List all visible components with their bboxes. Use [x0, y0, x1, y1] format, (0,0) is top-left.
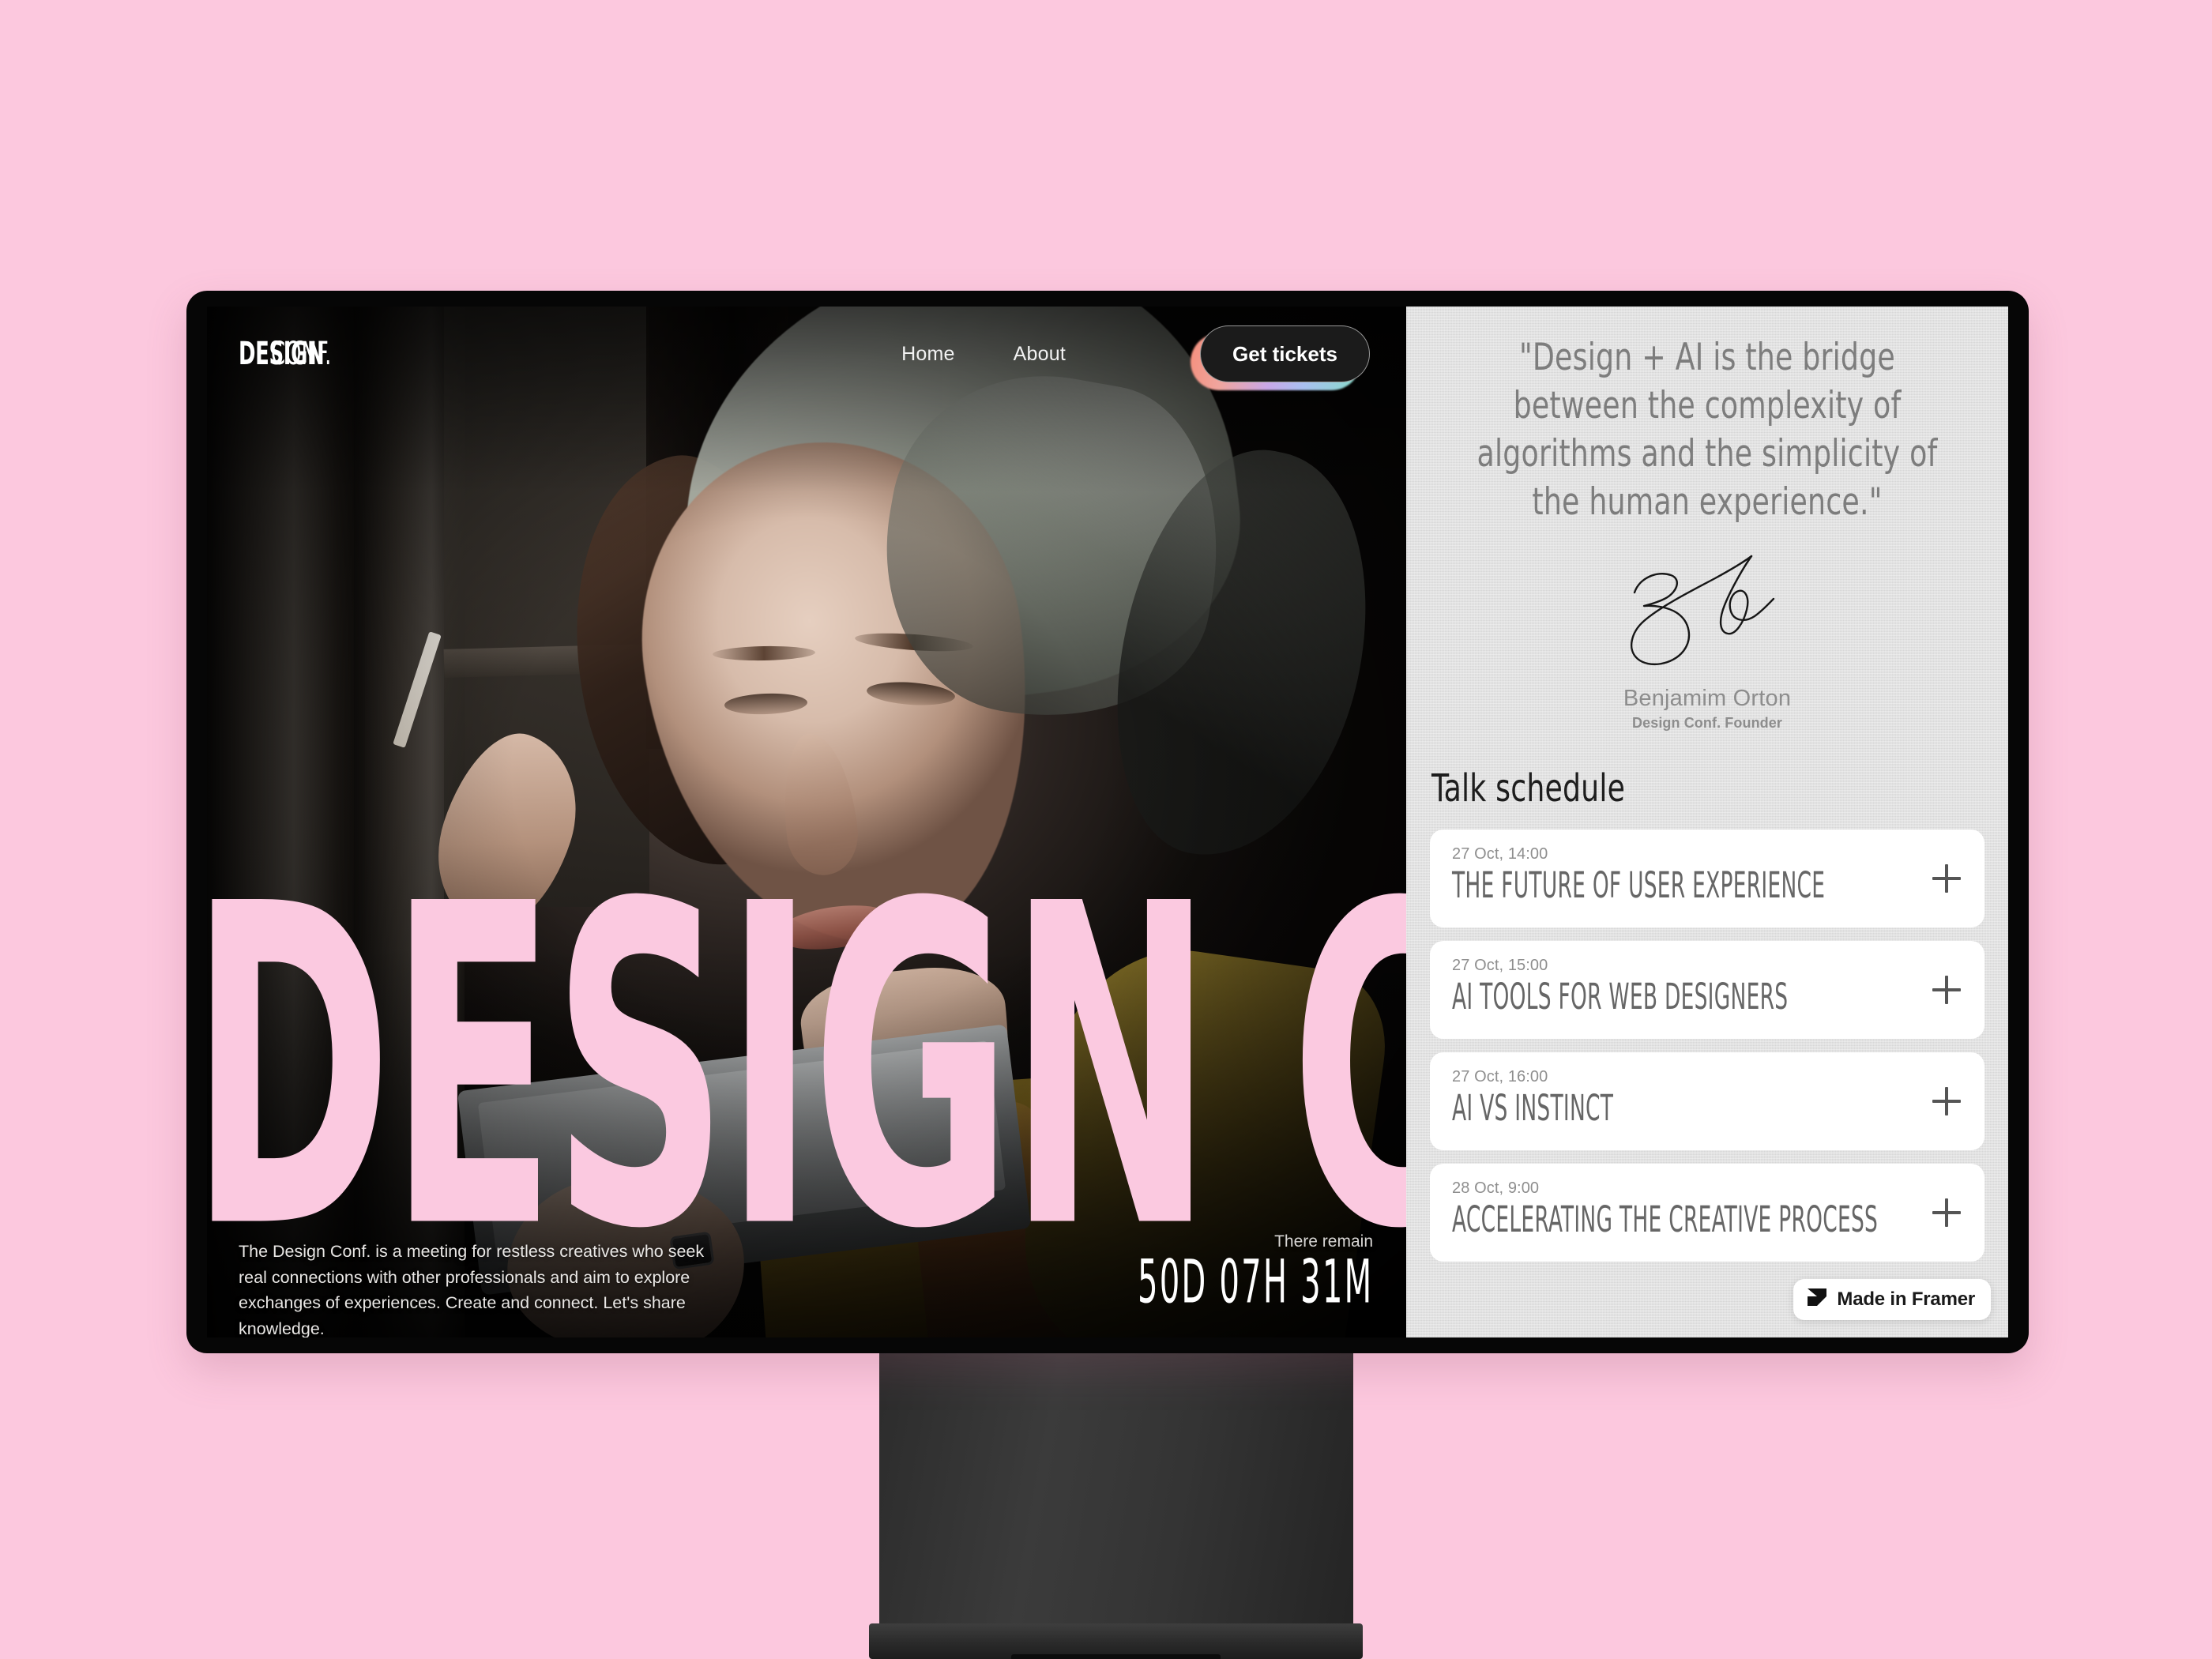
- hero-description: The Design Conf. is a meeting for restle…: [239, 1242, 705, 1337]
- framer-badge-label: Made in Framer: [1837, 1288, 1975, 1310]
- countdown-value: 50D 07H 31M: [1137, 1246, 1373, 1317]
- founder-name: Benjamim Orton: [1623, 686, 1792, 712]
- plus-icon[interactable]: [1932, 1087, 1961, 1116]
- talk-date: 27 Oct, 15:00: [1452, 957, 1548, 975]
- monitor-stand-neck: [879, 1343, 1353, 1659]
- talk-card[interactable]: 27 Oct, 16:00 AI VS INSTINCT: [1430, 1052, 1984, 1151]
- monitor-stand-slot: [1011, 1654, 1221, 1659]
- talk-date: 27 Oct, 16:00: [1452, 1068, 1548, 1086]
- monitor-bezel: DESIGN CONF. Home About Get tickets DESI…: [186, 291, 2029, 1353]
- countdown-block: There remain 50D 07H 31M: [1046, 1232, 1373, 1311]
- talk-card[interactable]: 28 Oct, 9:00 ACCELERATING THE CREATIVE P…: [1430, 1164, 1984, 1262]
- plus-icon[interactable]: [1932, 1198, 1961, 1228]
- plus-icon[interactable]: [1932, 864, 1961, 893]
- main-navigation: Home About Get tickets: [901, 325, 1370, 390]
- founder-role: Design Conf. Founder: [1632, 715, 1782, 732]
- talk-card[interactable]: 27 Oct, 14:00 THE FUTURE OF USER EXPERIE…: [1430, 830, 1984, 928]
- get-tickets-wrapper: Get tickets: [1191, 325, 1370, 390]
- talk-title: AI VS INSTINCT: [1452, 1087, 1614, 1130]
- plus-icon[interactable]: [1932, 976, 1961, 1005]
- framer-logo-icon: [1808, 1288, 1827, 1306]
- handwritten-signature-icon: [1630, 555, 1775, 666]
- get-tickets-button[interactable]: Get tickets: [1200, 325, 1370, 382]
- talk-title: AI TOOLS FOR WEB DESIGNERS: [1452, 976, 1789, 1018]
- site-header: DESIGN CONF. Home About Get tickets: [207, 307, 1406, 401]
- side-panel: "Design + AI is the bridge between the c…: [1406, 307, 2008, 1337]
- talk-date: 28 Oct, 9:00: [1452, 1179, 1540, 1198]
- schedule-list: 27 Oct, 14:00 THE FUTURE OF USER EXPERIE…: [1430, 830, 1984, 1293]
- monitor-stage: DESIGN CONF. Home About Get tickets DESI…: [0, 0, 2212, 1659]
- made-in-framer-badge[interactable]: Made in Framer: [1793, 1279, 1991, 1320]
- panel-content: "Design + AI is the bridge between the c…: [1406, 307, 2008, 1293]
- signature-block: Benjamim Orton Design Conf. Founder: [1430, 544, 1984, 732]
- schedule-title: Talk schedule: [1431, 766, 1626, 811]
- talk-title: ACCELERATING THE CREATIVE PROCESS: [1452, 1198, 1879, 1241]
- hero-section: DESIGN CONF. Home About Get tickets DESI…: [207, 307, 1406, 1337]
- nav-item-about[interactable]: About: [1014, 343, 1066, 366]
- brand-logo-light: CONF.: [271, 336, 332, 372]
- talk-title: THE FUTURE OF USER EXPERIENCE: [1452, 864, 1826, 907]
- brand-logo[interactable]: DESIGN CONF.: [239, 338, 356, 370]
- founder-quote: "Design + AI is the bridge between the c…: [1477, 336, 1938, 525]
- talk-date: 27 Oct, 14:00: [1452, 845, 1548, 863]
- talk-card[interactable]: 27 Oct, 15:00 AI TOOLS FOR WEB DESIGNERS: [1430, 941, 1984, 1040]
- nav-item-home[interactable]: Home: [901, 343, 955, 366]
- hero-headline: DESIGN CONF: [207, 812, 1406, 1326]
- screen: DESIGN CONF. Home About Get tickets DESI…: [207, 307, 2008, 1337]
